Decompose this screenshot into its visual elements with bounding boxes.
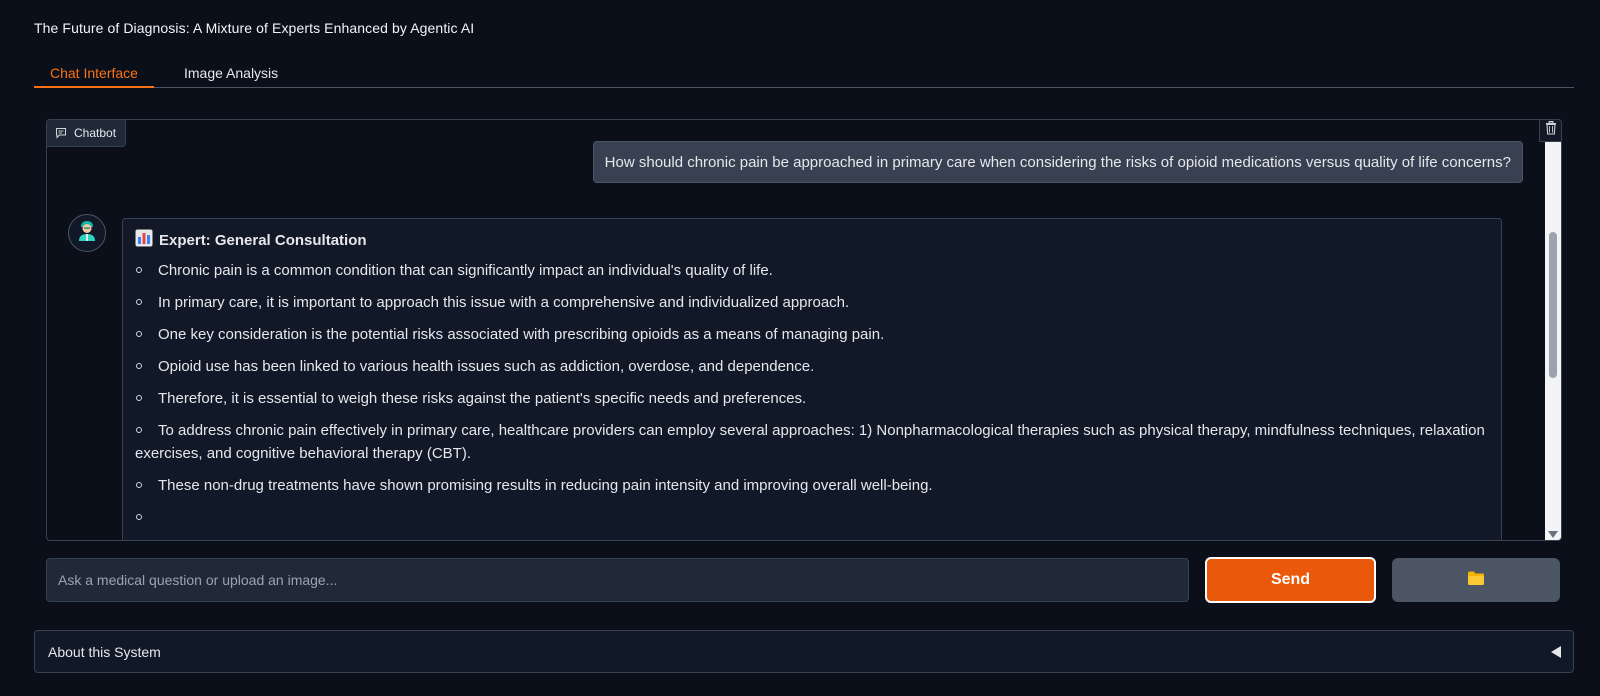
- user-message: How should chronic pain be approached in…: [592, 141, 1523, 183]
- bullet-list: Chronic pain is a common condition that …: [135, 259, 1489, 520]
- chat-scrollbar[interactable]: [1545, 142, 1561, 540]
- list-item-text: In primary care, it is important to appr…: [158, 294, 850, 311]
- send-button[interactable]: Send: [1205, 557, 1376, 603]
- bullet-icon: [136, 299, 142, 305]
- list-item-text: Chronic pain is a common condition that …: [158, 262, 773, 279]
- tab-chat-interface[interactable]: Chat Interface: [34, 60, 154, 88]
- list-item: These non-drug treatments have shown pro…: [135, 474, 1489, 497]
- bullet-icon: [136, 395, 142, 401]
- tab-bar: Chat Interface Image Analysis: [34, 60, 1574, 88]
- bullet-icon: [136, 331, 142, 337]
- upload-button[interactable]: [1392, 558, 1560, 602]
- bullet-icon: [136, 427, 142, 433]
- chatbot-panel: Chatbot How should chronic pain be appro…: [46, 119, 1562, 541]
- bullet-icon: [136, 482, 142, 488]
- chatbot-label: Chatbot: [47, 120, 127, 147]
- list-item-text: One key consideration is the potential r…: [158, 326, 885, 343]
- list-item-text: Opioid use has been linked to various he…: [158, 358, 815, 375]
- trash-icon: [1545, 121, 1557, 140]
- clear-chat-button[interactable]: [1539, 120, 1561, 142]
- tab-image-analysis[interactable]: Image Analysis: [168, 60, 294, 88]
- bullet-icon: [136, 514, 142, 520]
- scroll-down-arrow-icon[interactable]: [1548, 531, 1558, 538]
- chat-bubble-icon: [55, 127, 67, 139]
- bot-avatar: [68, 214, 106, 252]
- list-item-text: To address chronic pain effectively in p…: [135, 422, 1485, 462]
- bullet-icon: [136, 363, 142, 369]
- app-title: The Future of Diagnosis: A Mixture of Ex…: [34, 20, 475, 36]
- expert-heading: Expert: General Consultation: [135, 229, 1489, 251]
- list-item-text: Therefore, it is essential to weigh thes…: [158, 390, 807, 407]
- list-item: Chronic pain is a common condition that …: [135, 259, 1489, 282]
- list-item: To address chronic pain effectively in p…: [135, 419, 1489, 465]
- list-item: Opioid use has been linked to various he…: [135, 355, 1489, 378]
- folder-icon: [1467, 570, 1485, 591]
- list-item-text: These non-drug treatments have shown pro…: [158, 477, 933, 494]
- caret-left-icon: [1551, 645, 1561, 658]
- list-item: Therefore, it is essential to weigh thes…: [135, 387, 1489, 410]
- about-accordion[interactable]: About this System: [34, 630, 1574, 673]
- list-item: In primary care, it is important to appr…: [135, 291, 1489, 314]
- bar-chart-icon: [135, 229, 153, 251]
- chatbot-label-text: Chatbot: [74, 126, 117, 140]
- bot-message: Expert: General Consultation Chronic pai…: [122, 218, 1502, 540]
- question-input[interactable]: [46, 558, 1189, 602]
- bullet-icon: [136, 267, 142, 273]
- accordion-label: About this System: [48, 643, 161, 660]
- expert-heading-text: Expert: General Consultation: [159, 231, 367, 249]
- doctor-icon: [77, 220, 97, 247]
- scrollbar-thumb[interactable]: [1549, 232, 1557, 378]
- list-item: One key consideration is the potential r…: [135, 323, 1489, 346]
